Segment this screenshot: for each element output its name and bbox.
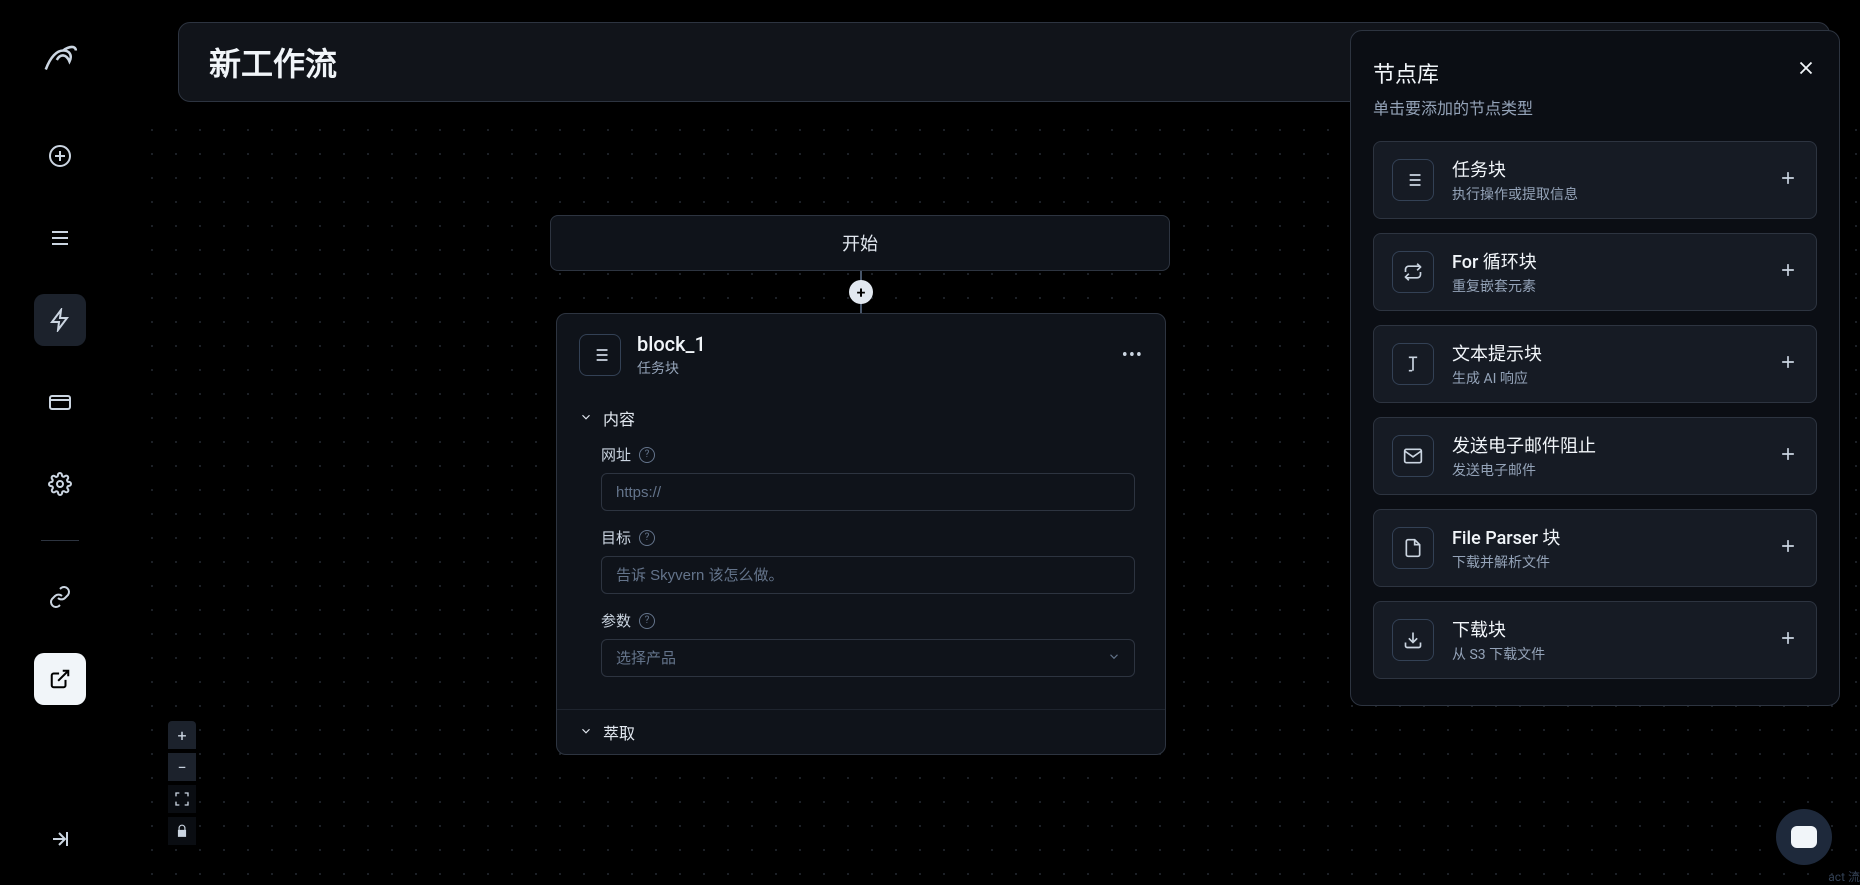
section-content-toggle[interactable]: 内容 xyxy=(557,396,1165,440)
lib-add-button[interactable] xyxy=(1778,168,1798,192)
lib-item[interactable]: 下载块 从 S3 下载文件 xyxy=(1373,601,1817,679)
list-icon xyxy=(579,334,621,376)
panel-close-button[interactable] xyxy=(1795,57,1817,83)
download-icon xyxy=(1392,619,1434,661)
block-more-button[interactable]: ••• xyxy=(1122,345,1143,366)
workflow-title[interactable]: 新工作流 xyxy=(209,39,1475,85)
params-label: 参数 xyxy=(601,610,631,631)
lib-item-title: 发送电子邮件阻止 xyxy=(1452,432,1760,458)
lib-item-subtitle: 执行操作或提取信息 xyxy=(1452,184,1760,204)
logo[interactable] xyxy=(40,40,80,80)
url-label: 网址 xyxy=(601,444,631,465)
goal-input[interactable] xyxy=(601,556,1135,594)
zoom-in-button[interactable]: + xyxy=(168,721,196,749)
lib-item-title: 任务块 xyxy=(1452,156,1760,182)
section-content-label: 内容 xyxy=(603,406,635,430)
url-input[interactable] xyxy=(601,473,1135,511)
help-icon[interactable]: ? xyxy=(639,447,655,463)
chat-button[interactable] xyxy=(1776,809,1832,865)
sidebar-collapse-button[interactable] xyxy=(48,827,72,855)
list-icon xyxy=(1392,159,1434,201)
task-block-node[interactable]: block_1 任务块 ••• 内容 网址 ? 目标 ? 参数 ? xyxy=(556,313,1166,755)
nav-workflows[interactable] xyxy=(34,294,86,346)
lib-item-title: File Parser 块 xyxy=(1452,524,1760,550)
fit-view-button[interactable] xyxy=(168,785,196,813)
panel-title: 节点库 xyxy=(1373,57,1533,89)
lib-item-subtitle: 发送电子邮件 xyxy=(1452,460,1760,480)
nav-link[interactable] xyxy=(34,571,86,623)
chevron-down-icon xyxy=(579,723,593,742)
file-icon xyxy=(1392,527,1434,569)
section-extract-label: 萃取 xyxy=(603,720,635,744)
sidebar xyxy=(0,0,120,885)
chevron-down-icon xyxy=(579,409,593,428)
lib-item[interactable]: 文本提示块 生成 AI 响应 xyxy=(1373,325,1817,403)
block-title: block_1 xyxy=(637,332,1106,356)
nav-external[interactable] xyxy=(34,653,86,705)
goal-label: 目标 xyxy=(601,527,631,548)
params-select[interactable] xyxy=(601,639,1135,677)
nav-list[interactable] xyxy=(34,212,86,264)
help-icon[interactable]: ? xyxy=(639,613,655,629)
nav-settings[interactable] xyxy=(34,458,86,510)
lib-add-button[interactable] xyxy=(1778,352,1798,376)
lib-item-title: 文本提示块 xyxy=(1452,340,1760,366)
lib-item-title: 下载块 xyxy=(1452,616,1760,642)
zoom-out-button[interactable]: − xyxy=(168,753,196,781)
nav-add[interactable] xyxy=(34,130,86,182)
zoom-controls: + − xyxy=(168,721,196,845)
lib-item-subtitle: 重复嵌套元素 xyxy=(1452,276,1760,296)
lib-add-button[interactable] xyxy=(1778,628,1798,652)
lib-add-button[interactable] xyxy=(1778,260,1798,284)
start-label: 开始 xyxy=(842,230,878,256)
mail-icon xyxy=(1392,435,1434,477)
lib-item[interactable]: 发送电子邮件阻止 发送电子邮件 xyxy=(1373,417,1817,495)
lib-item-title: For 循环块 xyxy=(1452,248,1760,274)
lib-item[interactable]: For 循环块 重复嵌套元素 xyxy=(1373,233,1817,311)
lib-add-button[interactable] xyxy=(1778,444,1798,468)
add-node-button[interactable]: + xyxy=(849,280,873,304)
start-node[interactable]: 开始 xyxy=(550,215,1170,271)
section-extract-toggle[interactable]: 萃取 xyxy=(557,710,1165,754)
footer-badge: act 流 xyxy=(1828,868,1860,885)
text-icon xyxy=(1392,343,1434,385)
lib-item[interactable]: File Parser 块 下载并解析文件 xyxy=(1373,509,1817,587)
node-library-panel: 节点库 单击要添加的节点类型 任务块 执行操作或提取信息 For 循环块 重复嵌… xyxy=(1350,30,1840,706)
chat-icon xyxy=(1791,826,1817,848)
lib-item-subtitle: 从 S3 下载文件 xyxy=(1452,644,1760,664)
lib-item-subtitle: 下载并解析文件 xyxy=(1452,552,1760,572)
lib-item[interactable]: 任务块 执行操作或提取信息 xyxy=(1373,141,1817,219)
help-icon[interactable]: ? xyxy=(639,530,655,546)
panel-subtitle: 单击要添加的节点类型 xyxy=(1373,95,1533,119)
nav-billing[interactable] xyxy=(34,376,86,428)
loop-icon xyxy=(1392,251,1434,293)
lock-button[interactable] xyxy=(168,817,196,845)
lib-add-button[interactable] xyxy=(1778,536,1798,560)
nav-divider xyxy=(41,540,79,541)
lib-item-subtitle: 生成 AI 响应 xyxy=(1452,368,1760,388)
block-type-label: 任务块 xyxy=(637,358,1106,378)
